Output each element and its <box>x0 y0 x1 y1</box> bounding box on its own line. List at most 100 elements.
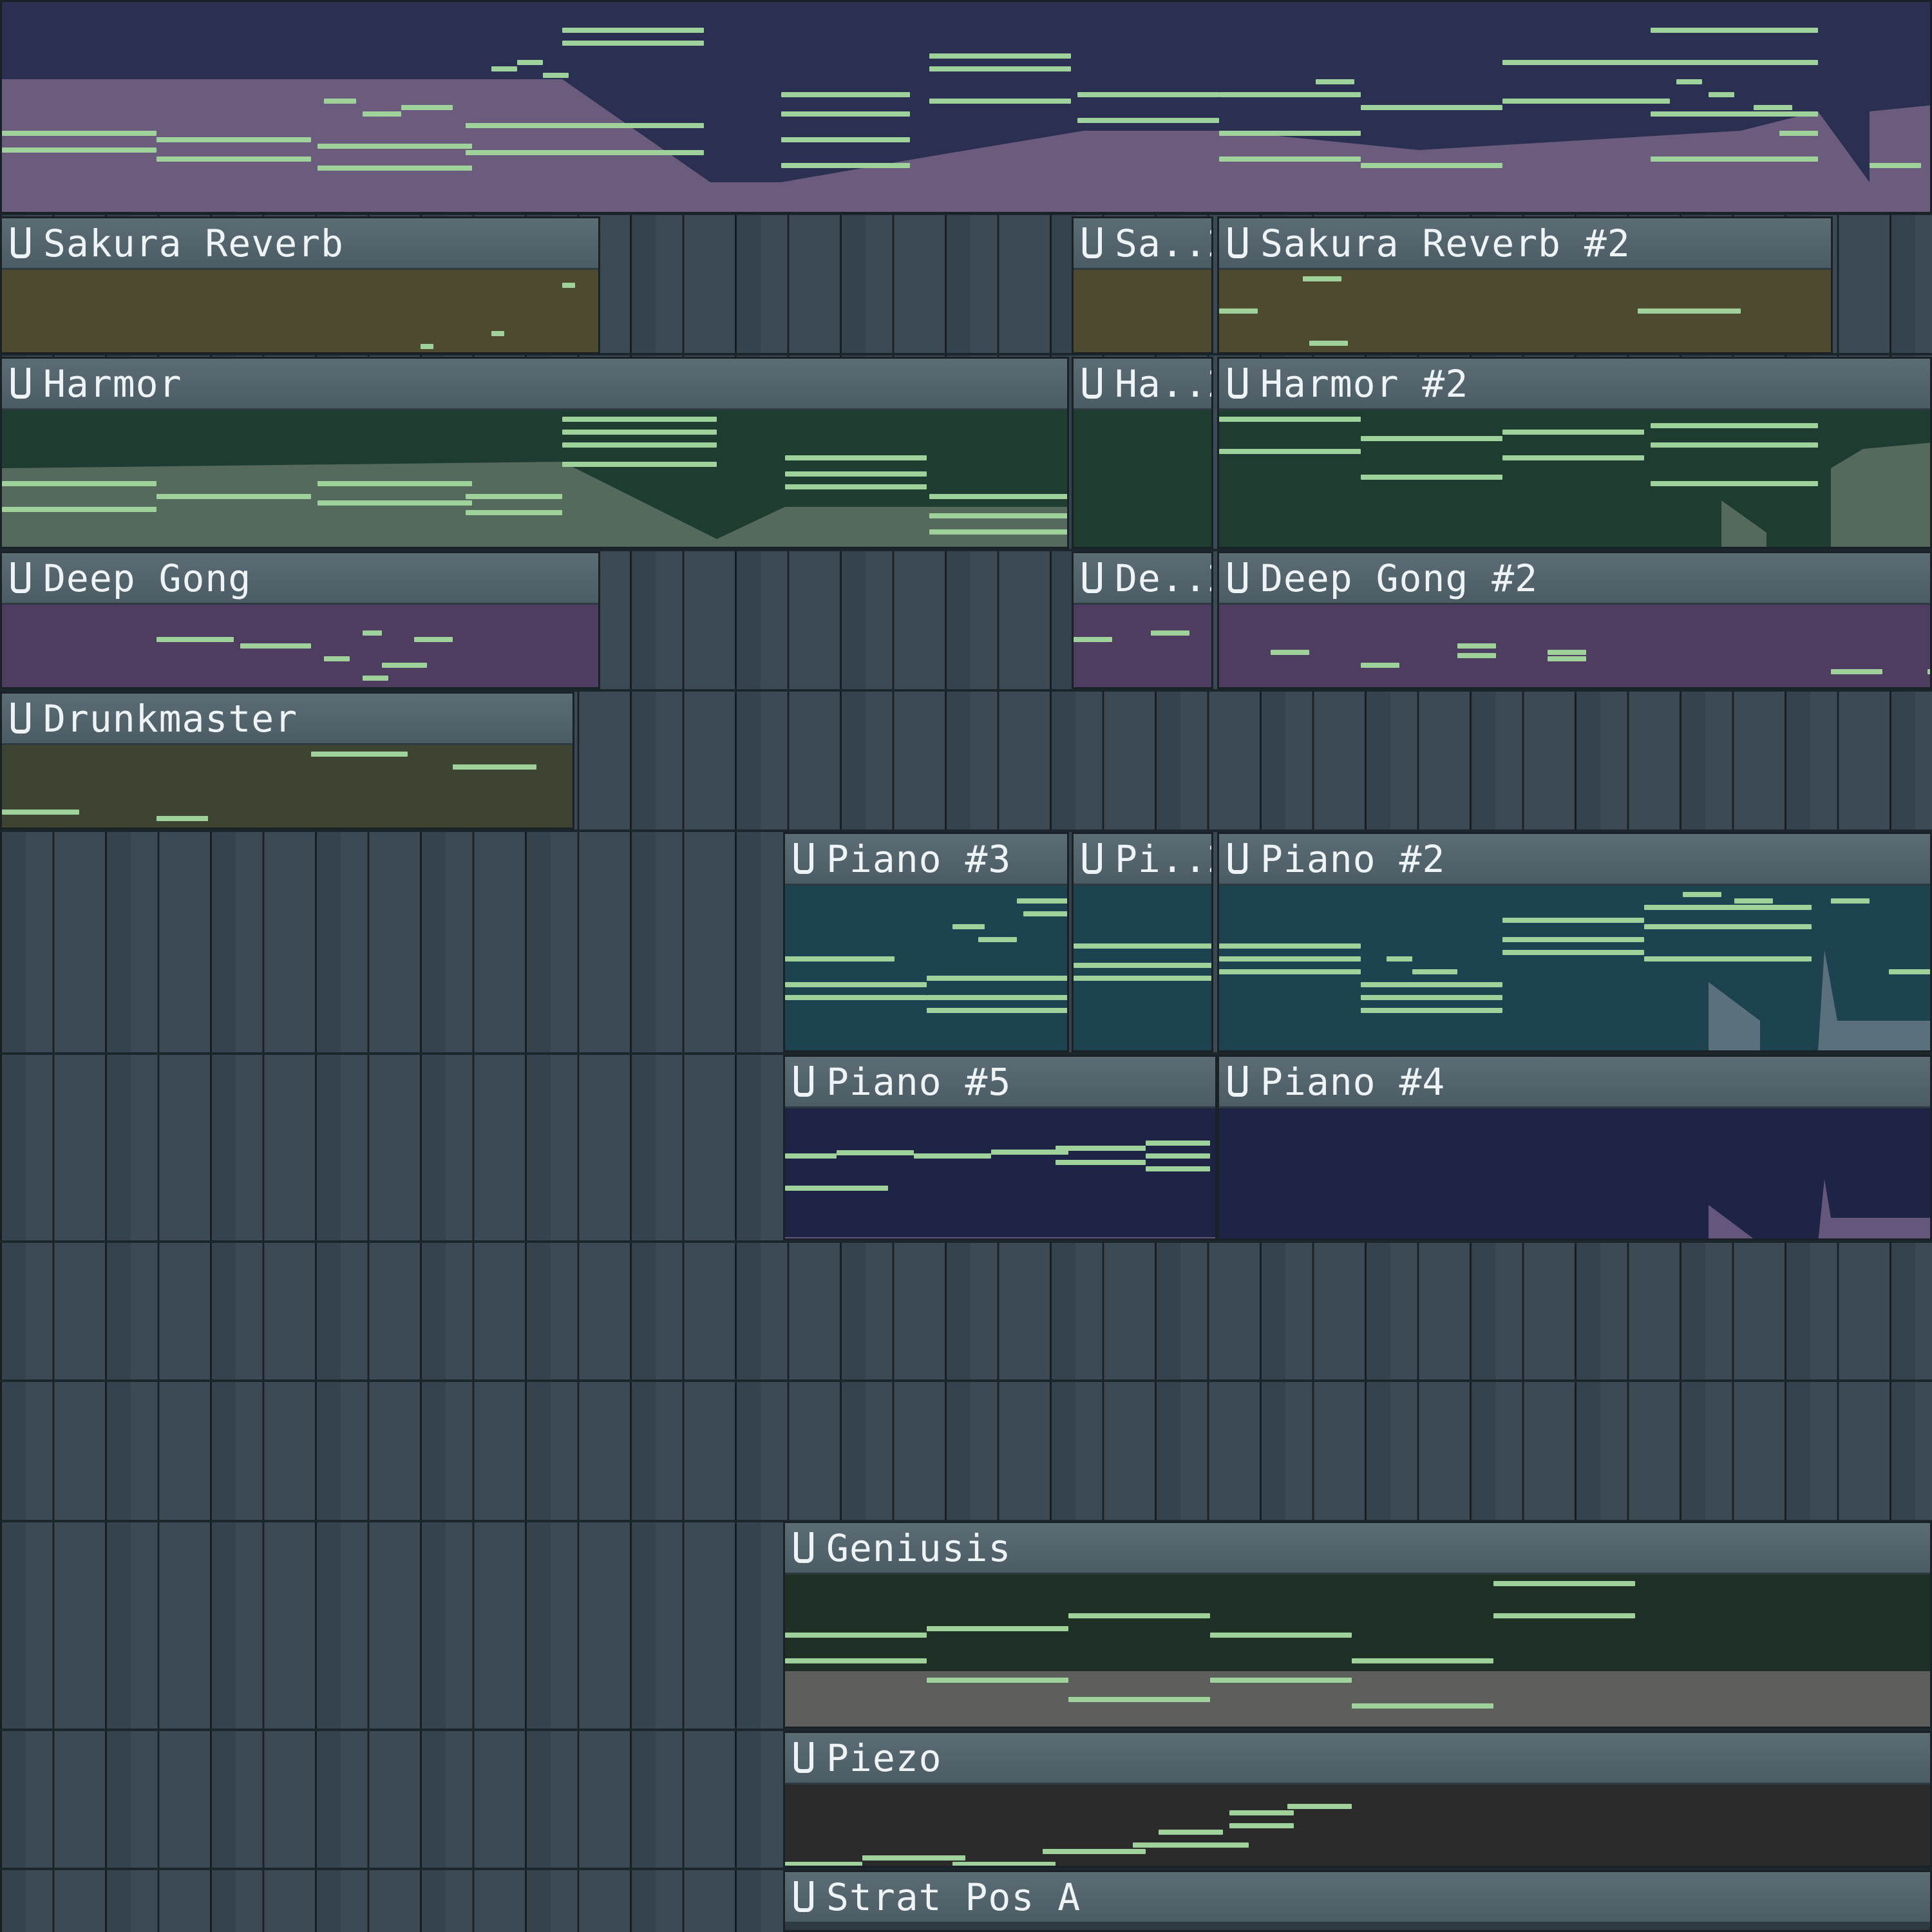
note <box>1502 430 1644 435</box>
clip-geniusis[interactable]: Geniusis <box>783 1521 1932 1728</box>
clip-piano2[interactable]: Piano #2 <box>1217 832 1932 1052</box>
clip-deepgong-short[interactable]: De..2 <box>1072 551 1213 689</box>
clip-header[interactable]: Pi..2 <box>1074 834 1211 886</box>
note <box>1651 60 1818 65</box>
clip-harmor-2[interactable]: Harmor #2 <box>1217 357 1932 549</box>
clip-header[interactable]: Harmor <box>2 359 1067 410</box>
clip-header[interactable]: Piano #4 <box>1219 1057 1930 1108</box>
note <box>562 41 704 46</box>
note <box>1709 92 1734 97</box>
pattern-clip-icon[interactable] <box>1228 843 1247 874</box>
pattern-clip-icon[interactable] <box>1228 368 1247 399</box>
note <box>978 937 1017 942</box>
note <box>929 66 1071 71</box>
note <box>491 66 517 71</box>
clip-piano-short[interactable]: Pi..2 <box>1072 832 1213 1052</box>
clip-drunkmaster[interactable]: Drunkmaster <box>0 692 574 829</box>
clip-header[interactable]: Geniusis <box>785 1523 1930 1575</box>
pattern-clip-icon[interactable] <box>11 227 30 258</box>
note <box>1303 276 1341 281</box>
clip-sakura-2[interactable]: Sakura Reverb #2 <box>1217 216 1833 354</box>
clip-piano5[interactable]: Piano #5 <box>783 1055 1217 1240</box>
note <box>1361 982 1502 987</box>
pattern-clip-icon[interactable] <box>1228 1066 1247 1097</box>
clip-body <box>785 1575 1930 1727</box>
pattern-clip-icon[interactable] <box>794 1881 813 1912</box>
note <box>317 500 472 506</box>
clip-title: De..2 <box>1115 556 1211 600</box>
clip-sakura-short[interactable]: Sa..2 <box>1072 216 1213 354</box>
playlist-grid[interactable]: Sakura Reverb Sa..2 Sakura Reverb #2 Harmor… <box>0 0 1932 1932</box>
note <box>1412 969 1457 974</box>
pattern-clip-icon[interactable] <box>1228 562 1247 593</box>
clip-header[interactable]: Piezo <box>785 1733 1930 1785</box>
clip-top[interactable] <box>0 0 1932 214</box>
note <box>837 1150 914 1155</box>
clip-strat[interactable]: Strat Pos A <box>783 1870 1932 1932</box>
clip-title: Sakura Reverb <box>43 222 344 265</box>
note <box>1361 663 1399 668</box>
clip-sakura[interactable]: Sakura Reverb <box>0 216 600 354</box>
clip-deepgong-2[interactable]: Deep Gong #2 <box>1217 551 1932 689</box>
note <box>562 283 575 288</box>
note <box>1493 1581 1635 1586</box>
clip-title: Strat Pos A <box>826 1875 1081 1919</box>
note <box>1219 308 1258 314</box>
note <box>324 99 356 104</box>
pattern-clip-icon[interactable] <box>11 703 30 734</box>
clip-header[interactable]: Harmor #2 <box>1219 359 1930 410</box>
note <box>1219 156 1361 162</box>
clip-header[interactable]: Sakura Reverb <box>2 218 598 270</box>
note <box>421 344 433 349</box>
note <box>1023 911 1067 916</box>
clip-header[interactable]: Deep Gong #2 <box>1219 553 1930 605</box>
note <box>1831 669 1882 674</box>
clip-deepgong[interactable]: Deep Gong <box>0 551 600 689</box>
clip-header[interactable]: Piano #5 <box>785 1057 1215 1108</box>
pattern-clip-icon[interactable] <box>1083 843 1102 874</box>
automation-envelope <box>1709 1179 1930 1238</box>
note <box>1219 956 1361 961</box>
pattern-clip-icon[interactable] <box>1083 368 1102 399</box>
note <box>785 1153 837 1159</box>
note <box>1290 92 1329 97</box>
clip-header[interactable]: Piano #2 <box>1219 834 1930 886</box>
pattern-clip-icon[interactable] <box>794 1066 813 1097</box>
note <box>927 1626 1068 1631</box>
note <box>1548 656 1586 661</box>
clip-piezo[interactable]: Piezo <box>783 1731 1932 1868</box>
note <box>1017 898 1067 904</box>
pattern-clip-icon[interactable] <box>794 843 813 874</box>
pattern-clip-icon[interactable] <box>11 562 30 593</box>
clip-body <box>1074 270 1211 352</box>
clip-header[interactable]: Drunkmaster <box>2 694 573 745</box>
note <box>466 494 562 499</box>
note <box>1229 1823 1294 1828</box>
pattern-clip-icon[interactable] <box>794 1742 813 1773</box>
pattern-clip-icon[interactable] <box>1083 562 1102 593</box>
pattern-clip-icon[interactable] <box>11 368 30 399</box>
note <box>1548 650 1586 655</box>
pattern-clip-icon[interactable] <box>794 1532 813 1563</box>
clip-header[interactable]: Sakura Reverb #2 <box>1219 218 1831 270</box>
clip-harmor-short[interactable]: Ha..2 <box>1072 357 1213 549</box>
clip-header[interactable]: Strat Pos A <box>785 1872 1930 1924</box>
note <box>466 510 562 515</box>
track-separator <box>0 1379 1932 1382</box>
clip-header[interactable]: Sa..2 <box>1074 218 1211 270</box>
clip-title: Harmor #2 <box>1260 362 1469 406</box>
note <box>1457 653 1496 658</box>
note <box>785 995 927 1000</box>
clip-harmor[interactable]: Harmor <box>0 357 1069 549</box>
clip-piano3[interactable]: Piano #3 <box>783 832 1069 1052</box>
clip-piano4[interactable]: Piano #4 <box>1217 1055 1932 1240</box>
clip-header[interactable]: Piano #3 <box>785 834 1067 886</box>
note <box>1361 105 1502 110</box>
clip-header[interactable]: Ha..2 <box>1074 359 1211 410</box>
automation-envelope <box>785 1237 1215 1238</box>
note <box>156 494 311 499</box>
clip-header[interactable]: De..2 <box>1074 553 1211 605</box>
pattern-clip-icon[interactable] <box>1228 227 1247 258</box>
pattern-clip-icon[interactable] <box>1083 227 1102 258</box>
clip-header[interactable]: Deep Gong <box>2 553 598 605</box>
